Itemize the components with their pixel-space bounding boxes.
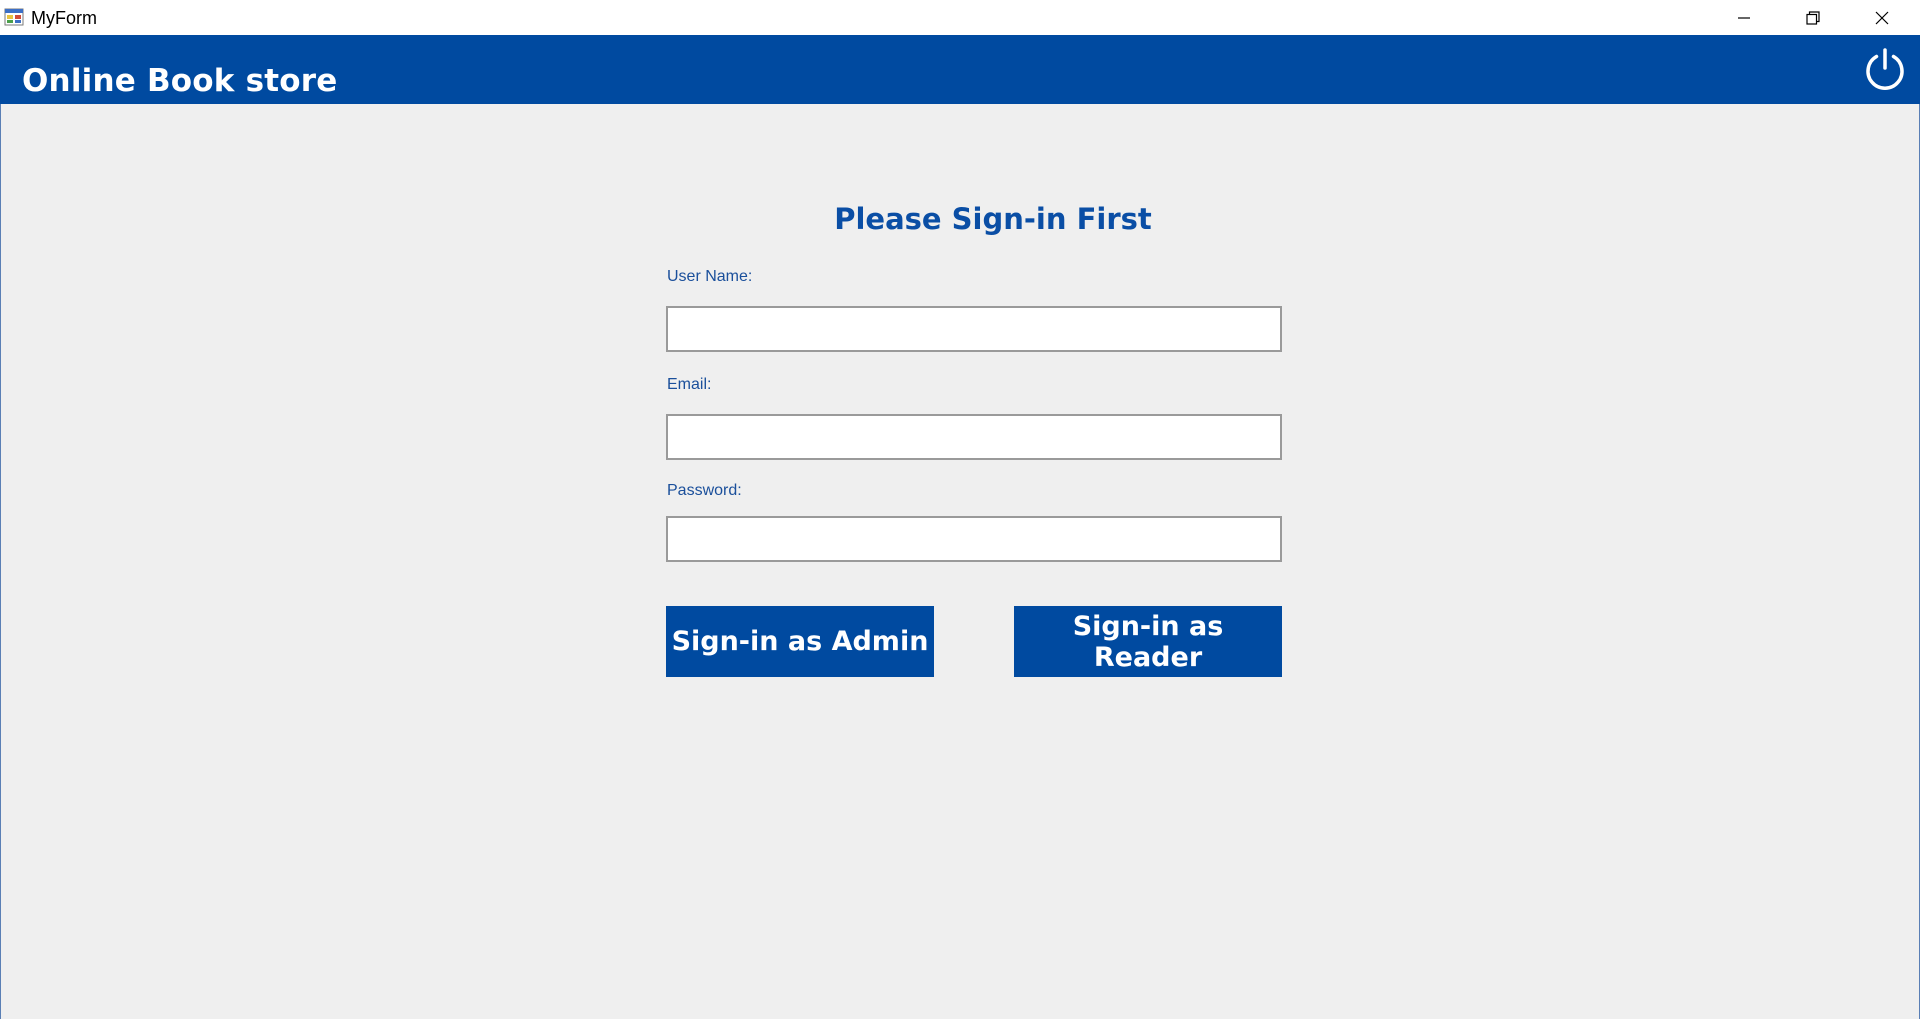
- email-input[interactable]: [666, 414, 1282, 460]
- power-icon[interactable]: [1862, 46, 1908, 92]
- app-brand-title: Online Book store: [22, 63, 338, 99]
- title-bar[interactable]: MyForm: [0, 0, 1920, 35]
- email-label: Email:: [667, 376, 712, 393]
- password-label: Password:: [667, 482, 742, 499]
- sign-in-reader-button[interactable]: Sign-in as Reader: [1014, 606, 1282, 677]
- minimize-icon: [1738, 16, 1750, 19]
- close-icon: [1875, 11, 1889, 24]
- app-header: Online Book store: [0, 35, 1920, 104]
- window-title: MyForm: [31, 8, 97, 28]
- username-label: User Name:: [667, 268, 753, 285]
- windows-form-icon: [4, 8, 24, 26]
- close-button[interactable]: [1848, 0, 1916, 35]
- restore-icon: [1806, 10, 1820, 25]
- username-input[interactable]: [666, 306, 1282, 352]
- password-input[interactable]: [666, 516, 1282, 562]
- restore-button[interactable]: [1779, 0, 1847, 35]
- minimize-button[interactable]: [1710, 0, 1778, 35]
- app-window: MyForm Online Book store Please Sign-in …: [0, 0, 1920, 1019]
- frame-border-left: [0, 104, 1, 1019]
- sign-in-admin-button[interactable]: Sign-in as Admin: [666, 606, 934, 677]
- form-heading: Please Sign-in First: [834, 202, 1152, 236]
